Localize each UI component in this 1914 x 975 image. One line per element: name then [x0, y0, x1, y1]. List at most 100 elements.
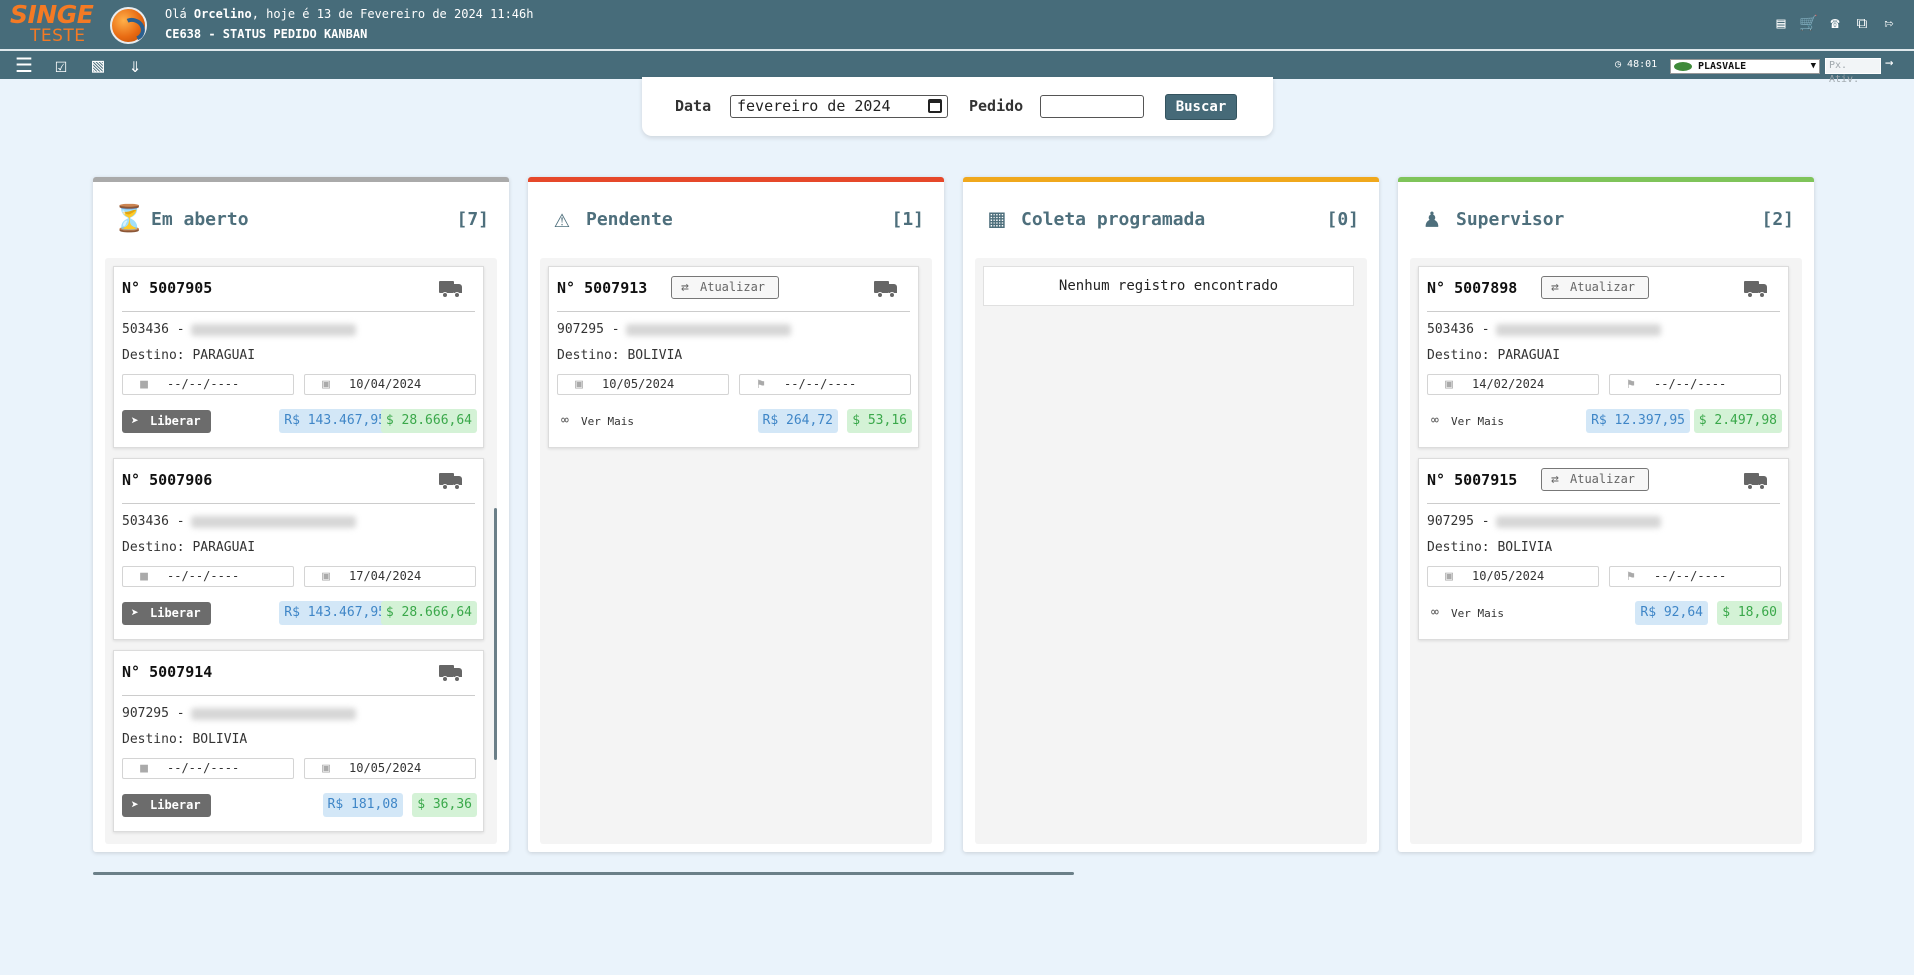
- client-line: 503436 -: [1427, 322, 1661, 337]
- supervisor-icon: ♟: [1424, 204, 1440, 234]
- delivery-date-value: --/--/----: [1654, 377, 1727, 391]
- company-select[interactable]: PLASVALE ▼: [1670, 59, 1820, 74]
- shipping-date-value: 14/02/2024: [1472, 377, 1545, 391]
- menu-list-icon[interactable]: ☰: [10, 53, 38, 77]
- cart-icon[interactable]: 🛒: [1799, 14, 1818, 32]
- shipping-date: ▣ 10/05/2024: [557, 374, 729, 395]
- company-flag-icon: [1674, 62, 1692, 71]
- column-title: Pendente: [586, 209, 673, 230]
- order-number: N° 5007914: [122, 663, 213, 681]
- see-more-link[interactable]: ∞ Ver Mais: [1431, 605, 1504, 620]
- liberar-button[interactable]: ➤ Liberar: [122, 410, 211, 433]
- arrow-right-icon[interactable]: →: [1885, 55, 1893, 71]
- client-code: 503436 -: [122, 322, 185, 337]
- order-card: N° 5007913 ⇄ Atualizar 907295 - Destino: …: [548, 266, 919, 448]
- liberar-button[interactable]: ➤ Liberar: [122, 794, 211, 817]
- horizontal-scrollbar[interactable]: [93, 872, 1074, 875]
- forklift-icon: ▣: [322, 761, 330, 776]
- client-line: 907295 -: [122, 706, 356, 721]
- destination: Destino: BOLIVIA: [1427, 540, 1553, 555]
- delivery-date-value: --/--/----: [784, 377, 857, 391]
- divider: [122, 503, 475, 504]
- form-icon[interactable]: ▧: [84, 53, 112, 77]
- exit-icon[interactable]: ⇰: [1880, 14, 1898, 32]
- destination: Destino: PARAGUAI: [122, 540, 256, 555]
- date-label: Data: [675, 97, 712, 115]
- delivery-date: ⚑ --/--/----: [1609, 566, 1781, 587]
- value-usd: $ 18,60: [1717, 601, 1782, 625]
- brand-name: SINGE: [10, 0, 94, 29]
- top-header: SINGE TESTE Olá Orcelino, hoje é 13 de F…: [0, 0, 1914, 49]
- refresh-icon: ⇄: [1551, 472, 1559, 487]
- refresh-icon: ⇄: [681, 280, 689, 295]
- search-button[interactable]: Buscar: [1165, 94, 1237, 120]
- shipping-date: ▣ 17/04/2024: [304, 566, 476, 587]
- factory-icon: ■: [140, 569, 148, 584]
- client-name-redacted: [1495, 515, 1661, 528]
- update-button[interactable]: ⇄ Atualizar: [1541, 276, 1649, 299]
- double-chevron-down-icon[interactable]: ⇓: [121, 53, 149, 77]
- order-input[interactable]: [1040, 95, 1144, 118]
- column-title: Supervisor: [1456, 209, 1565, 230]
- column-body: N° 5007913 ⇄ Atualizar 907295 - Destino: …: [540, 258, 932, 844]
- order-card: N° 5007906 503436 - Destino: PARAGUAI ■ -…: [113, 458, 484, 640]
- greeting: Olá Orcelino, hoje é 13 de Fevereiro de …: [165, 7, 533, 21]
- column-header: ⚠ Pendente [1]: [528, 200, 944, 236]
- next-activity-input[interactable]: Px. Ativ.: [1825, 58, 1881, 85]
- column-header: ♟ Supervisor [2]: [1398, 200, 1814, 236]
- shipping-date: ▣ 10/04/2024: [304, 374, 476, 395]
- shipping-date: ▣ 10/05/2024: [304, 758, 476, 779]
- toolbar: ☰ ☑ ▧ ⇓ ◷ 48:01 PLASVALE ▼ Px. Ativ. →: [0, 49, 1914, 85]
- calendar-icon[interactable]: [928, 99, 942, 113]
- windows-icon[interactable]: ⧉: [1853, 14, 1871, 32]
- see-more-label: Ver Mais: [1451, 607, 1504, 620]
- client-name-redacted: [190, 707, 356, 720]
- empty-message: Nenhum registro encontrado: [983, 266, 1354, 306]
- order-label: Pedido: [969, 97, 1024, 115]
- flag-icon: ⚑: [757, 377, 765, 392]
- update-button[interactable]: ⇄ Atualizar: [1541, 468, 1649, 491]
- greeting-prefix: Olá: [165, 7, 187, 21]
- production-date: ■ --/--/----: [122, 758, 294, 779]
- client-line: 907295 -: [557, 322, 791, 337]
- divider: [122, 695, 475, 696]
- checklist-icon[interactable]: ☑: [47, 53, 75, 77]
- date-value: fevereiro de 2024: [737, 97, 891, 115]
- date-input[interactable]: fevereiro de 2024: [730, 95, 948, 118]
- paper-plane-icon: ➤: [131, 414, 139, 429]
- divider: [1427, 503, 1780, 504]
- forklift-icon: ▣: [322, 377, 330, 392]
- forklift-icon: ▣: [322, 569, 330, 584]
- see-more-label: Ver Mais: [1451, 415, 1504, 428]
- vertical-scrollbar[interactable]: [494, 508, 497, 760]
- report-icon[interactable]: ▤: [1772, 14, 1790, 32]
- value-brl: R$ 12.397,95: [1586, 409, 1690, 433]
- value-usd: $ 28.666,64: [380, 601, 477, 625]
- value-usd: $ 28.666,64: [380, 409, 477, 433]
- truck-icon: [439, 281, 463, 298]
- order-card: N° 5007914 907295 - Destino: BOLIVIA ■ --…: [113, 650, 484, 832]
- column-count: [7]: [456, 209, 489, 230]
- value-usd: $ 2.497,98: [1693, 409, 1782, 433]
- production-date-value: --/--/----: [167, 761, 240, 775]
- client-code: 907295 -: [122, 706, 185, 721]
- column-pendente: ⚠ Pendente [1] N° 5007913 ⇄ Atualizar 907…: [528, 177, 944, 852]
- value-brl: R$ 92,64: [1635, 601, 1708, 625]
- company-name: PLASVALE: [1698, 61, 1747, 72]
- client-code: 907295 -: [557, 322, 620, 337]
- value-brl: R$ 181,08: [322, 793, 403, 817]
- order-card: N° 5007915 ⇄ Atualizar 907295 - Destino: …: [1418, 458, 1789, 640]
- see-more-link[interactable]: ∞ Ver Mais: [561, 413, 634, 428]
- liberar-button[interactable]: ➤ Liberar: [122, 602, 211, 625]
- screen-title: CE638 - STATUS PEDIDO KANBAN: [165, 27, 368, 41]
- order-number: N° 5007898: [1427, 279, 1518, 297]
- flag-icon: ⚑: [1627, 377, 1635, 392]
- order-card: N° 5007905 503436 - Destino: PARAGUAI ■ -…: [113, 266, 484, 448]
- see-more-link[interactable]: ∞ Ver Mais: [1431, 413, 1504, 428]
- client-name-redacted: [1495, 323, 1661, 336]
- update-button[interactable]: ⇄ Atualizar: [671, 276, 779, 299]
- paper-plane-icon: ➤: [131, 606, 139, 621]
- chat-phone-icon[interactable]: ☎: [1826, 14, 1844, 32]
- filter-panel: Data fevereiro de 2024 Pedido Buscar: [642, 77, 1273, 136]
- truck-icon: [1744, 473, 1768, 490]
